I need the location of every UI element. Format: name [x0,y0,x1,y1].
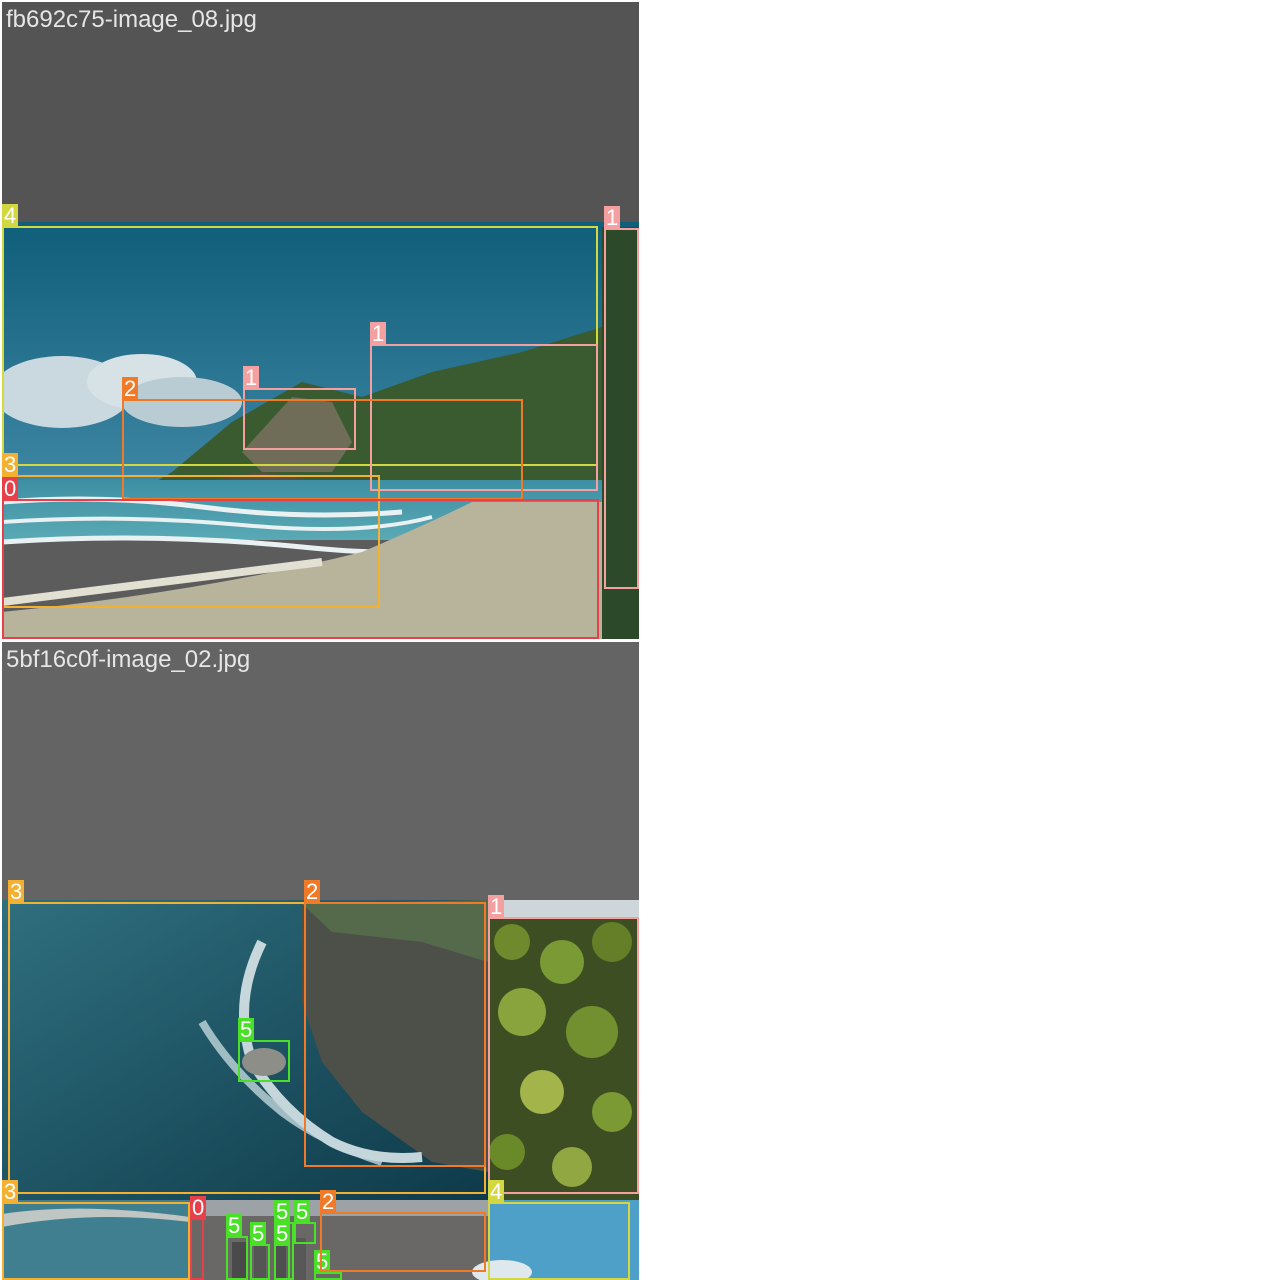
box-label: 0 [2,476,19,501]
box-label: 3 [2,452,19,477]
bounding-box-class-0 [190,1218,204,1280]
image-tile-1: fb692c75-image_08.jpg 4 1 1 1 2 30 [2,2,639,639]
box-label: 4 [488,1179,505,1204]
box-label: 2 [122,376,139,401]
box-label: 5 [250,1221,267,1246]
bounding-box-class-5 [294,1222,316,1244]
bounding-box-class-5 [274,1244,290,1280]
bounding-box-class-3 [2,1202,190,1280]
bounding-box-class-0 [2,499,599,639]
box-label: 3 [8,879,25,904]
tile-title: 5bf16c0f-image_02.jpg [6,646,251,673]
box-label: 4 [2,203,19,228]
bounding-box-class-2 [320,1212,486,1272]
box-label: 2 [320,1189,337,1214]
tile-title: fb692c75-image_08.jpg [6,6,257,33]
box-label: 0 [190,1195,207,1220]
box-label: 3 [2,1179,19,1204]
bounding-box-class-1 [488,917,639,1194]
box-label: 5 [274,1221,291,1246]
box-label: 1 [604,205,621,230]
bounding-box-class-4 [488,1202,630,1280]
box-label: 2 [304,879,321,904]
image-tile-2: 5bf16c0f-image_02.jpg 32153055555524 [2,642,639,1280]
box-label: 5 [226,1213,243,1238]
bounding-box-class-5 [238,1040,290,1082]
box-label: 1 [488,894,505,919]
bounding-box-class-2 [304,902,486,1167]
bounding-box-class-1 [604,228,639,589]
box-label: 1 [243,365,260,390]
bounding-box-class-5 [226,1236,248,1280]
box-label: 1 [370,321,387,346]
box-label: 5 [294,1199,311,1224]
bounding-box-class-5 [250,1244,270,1280]
box-label: 5 [238,1017,255,1042]
